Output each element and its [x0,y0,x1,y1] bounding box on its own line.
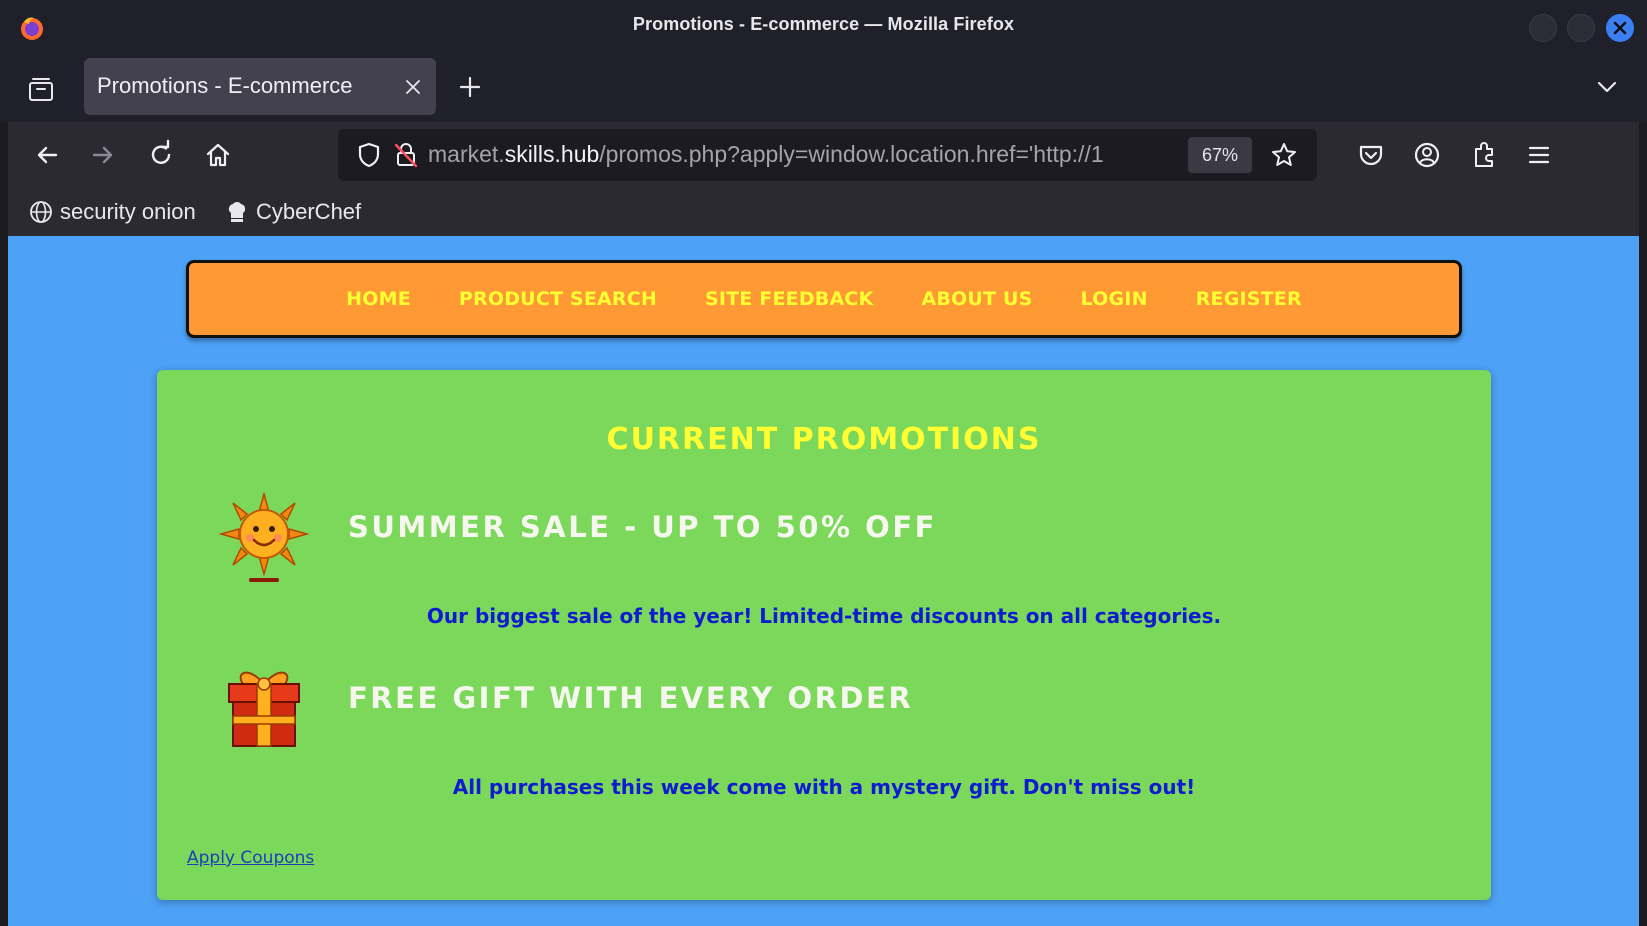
bookmark-label: security onion [60,199,196,224]
promotions-panel: CURRENT PROMOTIONS SUMMER SALE - UP TO 5… [157,370,1491,900]
navigation-toolbar: market.skills.hub/promos.php?apply=windo… [8,122,1639,188]
chevron-down-icon[interactable] [1590,70,1624,104]
url-host: skills.hub [504,141,600,167]
promo-description: Our biggest sale of the year! Limited-ti… [426,604,1222,628]
globe-icon [30,201,52,223]
window-close-button[interactable] [1606,14,1634,42]
tracking-shield-icon[interactable] [356,141,382,169]
apply-coupons-link[interactable]: Apply Coupons [187,848,314,868]
extensions-puzzle-icon[interactable] [1467,138,1501,172]
window-titlebar: Promotions - E-commerce — Mozilla Firefo… [0,0,1647,56]
bookmark-label: CyberChef [256,199,362,224]
hamburger-menu-icon[interactable] [1522,138,1556,172]
nav-about-us-link[interactable]: ABOUT US [921,288,1032,310]
nav-site-feedback-link[interactable]: SITE FEEDBACK [705,288,873,310]
bookmarks-toolbar: security onion CyberChef [8,188,1639,236]
promo-title: SUMMER SALE - UP TO 50% OFF [348,510,937,544]
reload-icon[interactable] [144,138,178,172]
account-icon[interactable] [1410,138,1444,172]
tab-close-icon[interactable] [402,76,424,98]
chef-hat-icon [228,202,246,222]
nav-login-link[interactable]: LOGIN [1081,288,1148,310]
gift-icon [228,671,300,747]
promotions-heading: CURRENT PROMOTIONS [606,422,1042,457]
insecure-lock-icon[interactable] [393,141,419,169]
tab-promotions[interactable]: Promotions - E-commerce [84,58,436,115]
forward-arrow-icon[interactable] [86,138,120,172]
maximize-button[interactable] [1567,14,1595,42]
page-content: HOME PRODUCT SEARCH SITE FEEDBACK ABOUT … [8,236,1639,926]
promo-description: All purchases this week come with a myst… [452,775,1196,799]
bookmark-cyberchef[interactable]: CyberChef [224,198,361,226]
sun-icon [219,492,309,582]
close-icon [1613,21,1627,35]
url-path: /promos.php?apply=window.location.href='… [599,141,1104,167]
nav-home-link[interactable]: HOME [346,288,411,310]
minimize-button[interactable] [1529,14,1557,42]
bookmark-star-icon[interactable] [1270,141,1298,169]
home-icon[interactable] [201,138,235,172]
pocket-icon[interactable] [1354,138,1388,172]
zoom-level-button[interactable]: 67% [1188,137,1252,173]
nav-product-search-link[interactable]: PRODUCT SEARCH [459,288,657,310]
bookmark-security-onion[interactable]: security onion [28,198,196,226]
site-navigation: HOME PRODUCT SEARCH SITE FEEDBACK ABOUT … [186,260,1462,338]
nav-register-link[interactable]: REGISTER [1196,288,1302,310]
new-tab-plus-icon[interactable] [455,72,485,102]
tab-overview-icon[interactable] [26,74,56,104]
tab-label: Promotions - E-commerce [97,73,353,98]
back-arrow-icon[interactable] [30,138,64,172]
url-text[interactable]: market.skills.hub/promos.php?apply=windo… [428,141,1168,168]
url-bar[interactable]: market.skills.hub/promos.php?apply=windo… [338,129,1317,181]
url-prefix: market. [428,141,505,167]
promo-title: FREE GIFT WITH EVERY ORDER [348,681,914,715]
tab-strip: Promotions - E-commerce [0,56,1647,122]
window-title: Promotions - E-commerce — Mozilla Firefo… [632,14,1015,34]
